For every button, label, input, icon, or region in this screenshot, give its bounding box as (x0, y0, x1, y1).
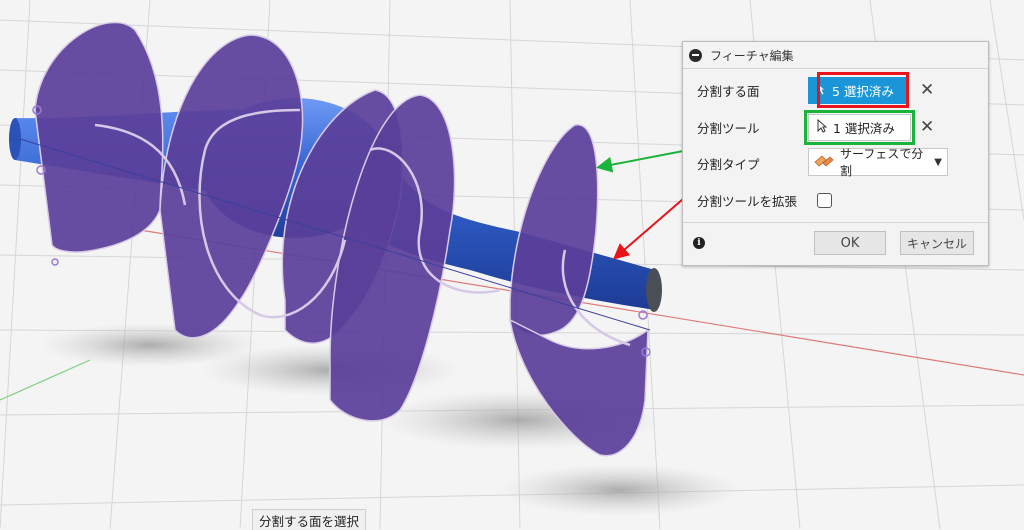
collapse-icon[interactable] (689, 48, 702, 62)
extend-tool-checkbox[interactable] (817, 193, 832, 208)
red-highlight-box (817, 72, 909, 108)
clear-faces-icon[interactable]: ✕ (920, 82, 934, 99)
info-icon[interactable]: i (693, 237, 705, 249)
split-type-label: 分割タイプ (697, 156, 760, 172)
split-faces-label: 分割する面 (697, 83, 760, 99)
split-surface-icon (814, 153, 834, 172)
split-type-value: サーフェスで分割 (840, 147, 924, 178)
cancel-button[interactable]: キャンセル (900, 231, 974, 255)
extend-tool-row: 分割ツールを拡張 (697, 188, 797, 212)
status-prompt: 分割する面を選択 (252, 509, 367, 530)
split-faces-row: 分割する面 (697, 78, 760, 102)
chevron-down-icon: ▼ (934, 156, 942, 168)
ok-button[interactable]: OK (814, 231, 886, 255)
feature-edit-panel: フィーチャ編集 分割する面 5 選択済み ✕ 分割ツール 1 選択済み ✕ 分割… (682, 41, 989, 266)
clear-tool-icon[interactable]: ✕ (920, 119, 934, 136)
split-tool-row: 分割ツール (697, 115, 760, 139)
panel-divider (683, 222, 988, 223)
split-type-dropdown[interactable]: サーフェスで分割 ▼ (808, 147, 948, 178)
split-type-row: 分割タイプ (697, 151, 760, 175)
panel-header: フィーチャ編集 (683, 42, 988, 69)
split-tool-label: 分割ツール (697, 120, 760, 136)
green-highlight-box (804, 110, 915, 145)
extend-tool-label: 分割ツールを拡張 (697, 193, 798, 209)
panel-title: フィーチャ編集 (710, 48, 794, 63)
